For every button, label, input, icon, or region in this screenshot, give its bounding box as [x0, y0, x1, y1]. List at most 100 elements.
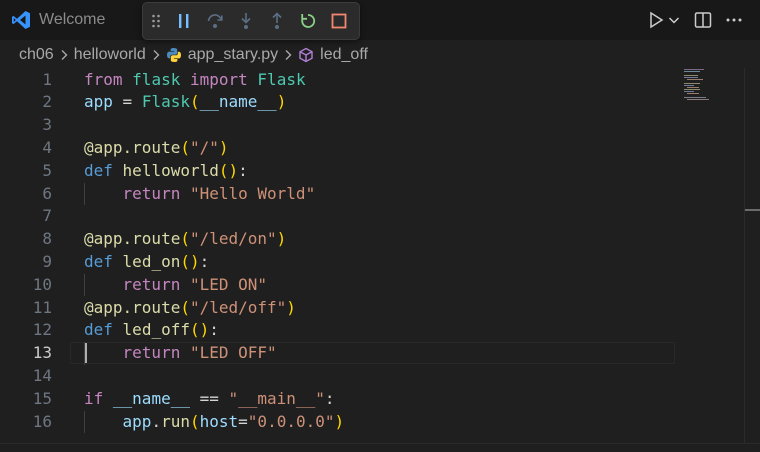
code-token: :	[324, 388, 335, 408]
line-number: 2	[42, 92, 52, 112]
code-token: "/led/off"	[189, 297, 287, 317]
code-token: ()	[189, 320, 210, 340]
code-line[interactable]: 4 @app.route("/")	[0, 137, 680, 160]
line-number: 4	[42, 137, 52, 157]
vertical-scrollbar[interactable]	[744, 68, 745, 444]
code-line[interactable]: 9 def led_on():	[0, 251, 680, 274]
chevron-down-icon[interactable]	[667, 10, 681, 30]
drag-handle-icon[interactable]	[145, 3, 167, 39]
more-actions-icon[interactable]	[722, 8, 746, 32]
code-line[interactable]: 14	[0, 365, 680, 388]
step-out-icon[interactable]	[262, 3, 292, 39]
code-line[interactable]: 16 app.run(host="0.0.0.0")	[0, 410, 680, 434]
code-text: def led_off():	[84, 319, 219, 342]
breadcrumb-folder-helloworld[interactable]: helloworld	[74, 46, 146, 64]
code-text: return "LED ON"	[84, 274, 268, 297]
code-line[interactable]: 5 def helloworld():	[0, 160, 680, 183]
code-token: __name__	[112, 388, 190, 408]
code-token: )	[218, 137, 229, 157]
code-line[interactable]: 1 from flask import Flask	[0, 69, 680, 92]
code-token: )	[286, 297, 296, 317]
line-number: 8	[42, 229, 52, 249]
breadcrumb-folder-ch06[interactable]: ch06	[19, 46, 54, 64]
code-token: =	[112, 92, 142, 112]
code-token: )	[276, 229, 287, 249]
pause-icon[interactable]	[169, 3, 199, 39]
code-text: return "Hello World"	[84, 183, 316, 206]
code-text: if __name__ == "__main__":	[84, 388, 334, 411]
code-token: @app.route	[84, 297, 181, 317]
code-token: return	[122, 274, 181, 294]
code-editor[interactable]: 1 from flask import Flask 2 app = Flask(__n…	[0, 68, 745, 444]
code-token: run	[161, 411, 190, 431]
chevron-right-icon	[281, 48, 295, 62]
code-line[interactable]: 2 app = Flask(__name__)	[0, 91, 680, 114]
code-token: "__main__"	[228, 388, 325, 408]
code-token: app	[84, 92, 113, 112]
code-token: flask	[132, 69, 181, 89]
restart-icon[interactable]	[293, 3, 323, 39]
code-token: .	[151, 411, 162, 431]
stop-icon[interactable]	[324, 3, 354, 39]
code-line[interactable]: 6 return "Hello World"	[0, 182, 680, 206]
code-token: "LED OFF"	[189, 343, 277, 363]
code-line[interactable]: 8 @app.route("/led/on")	[0, 228, 680, 251]
code-token: helloworld	[122, 160, 219, 180]
line-number: 1	[42, 69, 52, 89]
code-token: :	[238, 160, 248, 180]
code-token: (	[189, 92, 200, 112]
step-over-icon[interactable]	[200, 3, 230, 39]
code-line[interactable]: 7	[0, 205, 680, 228]
code-text: @app.route("/led/off")	[84, 297, 296, 320]
code-line[interactable]: 11 @app.route("/led/off")	[0, 297, 680, 320]
code-token: app	[122, 411, 152, 431]
code-token: def	[84, 251, 113, 271]
line-number: 3	[42, 115, 52, 135]
line-number: 6	[42, 183, 52, 203]
code-line[interactable]: 12 def led_off():	[0, 319, 680, 342]
code-token: return	[122, 183, 181, 203]
code-token: host	[199, 411, 239, 431]
code-token: "/"	[189, 137, 219, 157]
code-line[interactable]: 15 if __name__ == "__main__":	[0, 388, 680, 411]
code-token: import	[189, 69, 248, 89]
code-token: @app.route	[84, 137, 181, 157]
code-line[interactable]: 13 return "LED OFF"	[0, 342, 680, 365]
code-token: ==	[189, 388, 229, 408]
step-into-icon[interactable]	[231, 3, 261, 39]
debug-toolbar	[142, 2, 360, 40]
code-token: @app.route	[84, 229, 181, 249]
code-token: )	[276, 92, 287, 112]
breadcrumb-symbol[interactable]: led_off	[298, 46, 368, 64]
line-number: 14	[32, 365, 52, 385]
code-token: ()	[218, 160, 239, 180]
code-token: Flask	[141, 92, 190, 112]
tab-label: Welcome	[39, 11, 106, 28]
split-editor-icon[interactable]	[691, 8, 715, 32]
python-file-icon	[166, 47, 182, 63]
code-text: @app.route("/")	[84, 137, 229, 160]
panel-divider	[0, 443, 760, 444]
line-number: 12	[32, 320, 52, 340]
code-token: =	[238, 411, 248, 431]
code-token: return	[122, 343, 181, 363]
code-line[interactable]: 10 return "LED ON"	[0, 273, 680, 297]
code-token: Flask	[257, 69, 306, 89]
symbol-method-icon	[298, 47, 314, 63]
code-token: from	[84, 69, 123, 89]
code-text: from flask import Flask	[84, 69, 306, 92]
breadcrumb-file[interactable]: app_stary.py	[166, 46, 278, 64]
run-icon[interactable]	[644, 8, 668, 32]
tab-welcome[interactable]: Welcome	[0, 0, 138, 40]
code-line[interactable]: 3	[0, 114, 680, 137]
minimap[interactable]	[682, 68, 742, 108]
chevron-right-icon	[149, 48, 163, 62]
line-number: 15	[32, 388, 52, 408]
